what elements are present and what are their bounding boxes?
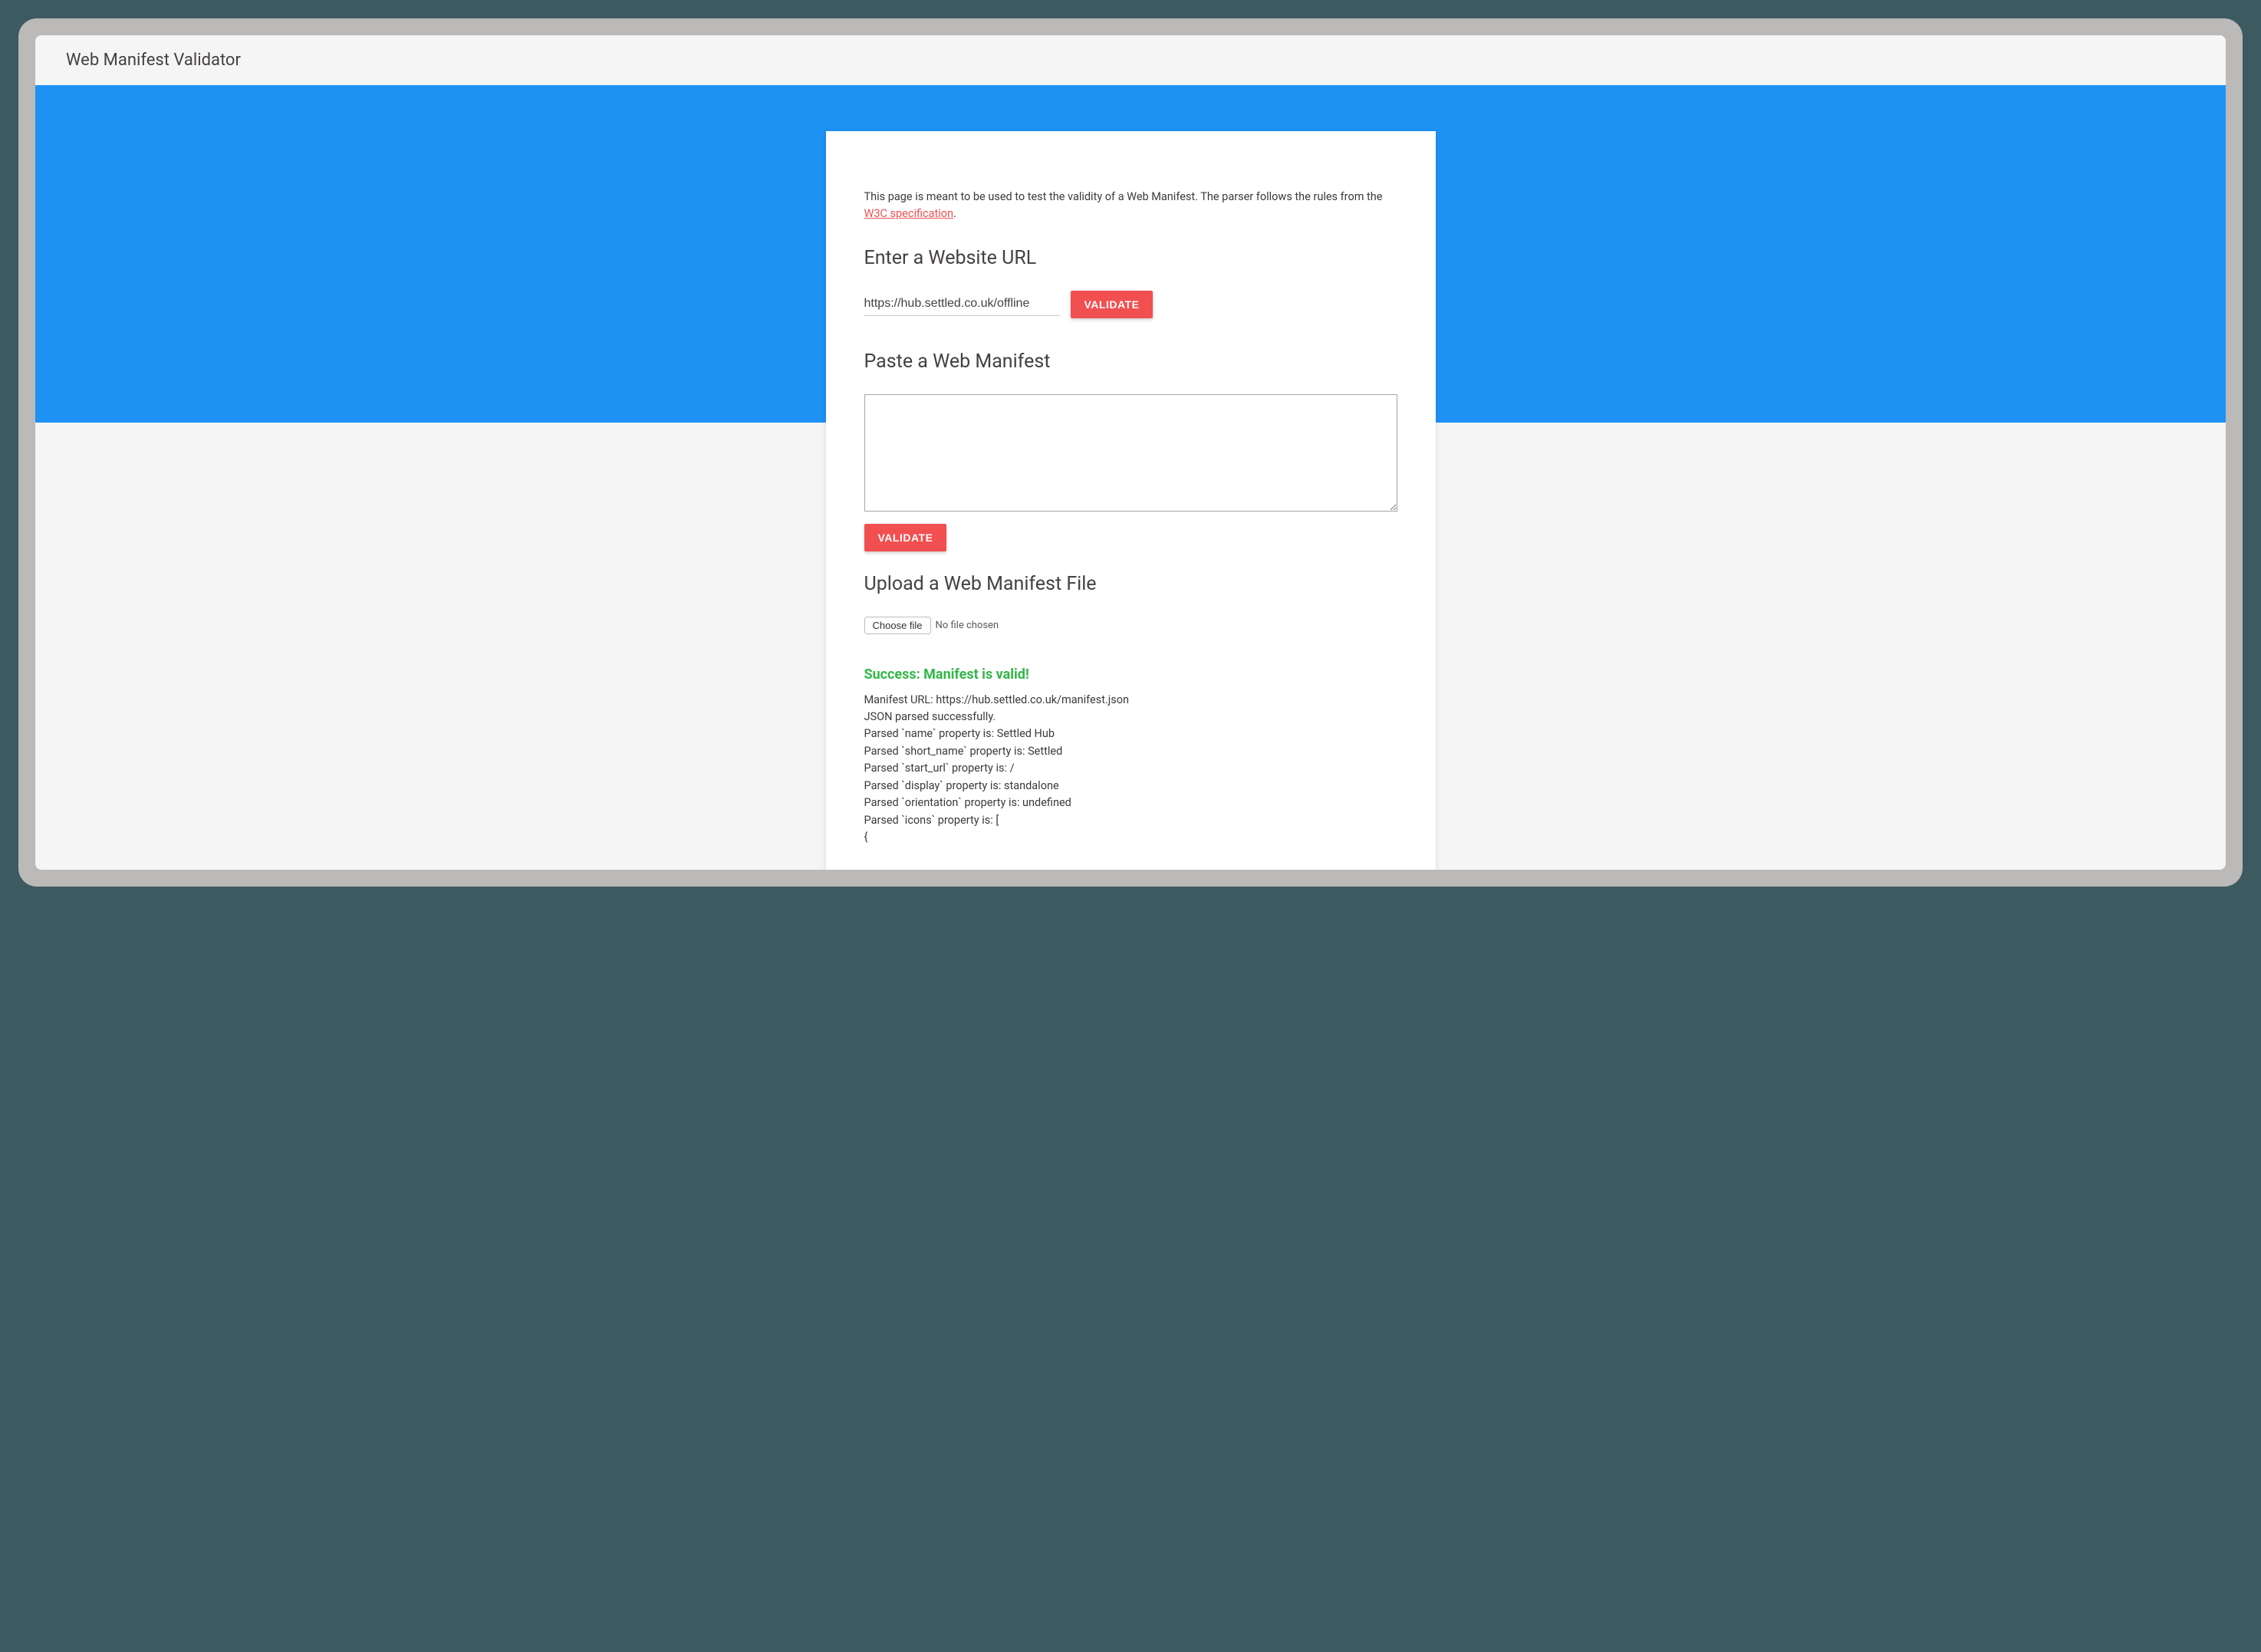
paste-section-heading: Paste a Web Manifest [864, 350, 1397, 373]
validate-url-button[interactable]: VALIDATE [1071, 291, 1154, 318]
upload-section-heading: Upload a Web Manifest File [864, 573, 1397, 595]
w3c-spec-link[interactable]: W3C specification [864, 207, 954, 220]
window-frame: Web Manifest Validator This page is mean… [18, 18, 2243, 887]
result-output: Manifest URL: https://hub.settled.co.uk/… [864, 692, 1397, 847]
intro-text: This page is meant to be used to test th… [864, 189, 1397, 222]
file-upload-row: Choose file No file chosen [864, 617, 1397, 634]
url-input-row: VALIDATE [864, 291, 1397, 318]
intro-text-before: This page is meant to be used to test th… [864, 190, 1383, 203]
intro-text-after: . [953, 207, 956, 220]
validate-paste-button[interactable]: VALIDATE [864, 524, 947, 551]
success-heading: Success: Manifest is valid! [864, 666, 1397, 683]
app-window: Web Manifest Validator This page is mean… [35, 35, 2226, 870]
app-title: Web Manifest Validator [66, 51, 2195, 70]
url-section-heading: Enter a Website URL [864, 247, 1397, 269]
manifest-textarea[interactable] [864, 394, 1397, 512]
website-url-input[interactable] [864, 292, 1060, 316]
content-card: This page is meant to be used to test th… [826, 131, 1436, 870]
choose-file-button[interactable]: Choose file [864, 617, 931, 634]
no-file-chosen-label: No file chosen [936, 620, 999, 631]
header-bar: Web Manifest Validator [35, 35, 2226, 85]
